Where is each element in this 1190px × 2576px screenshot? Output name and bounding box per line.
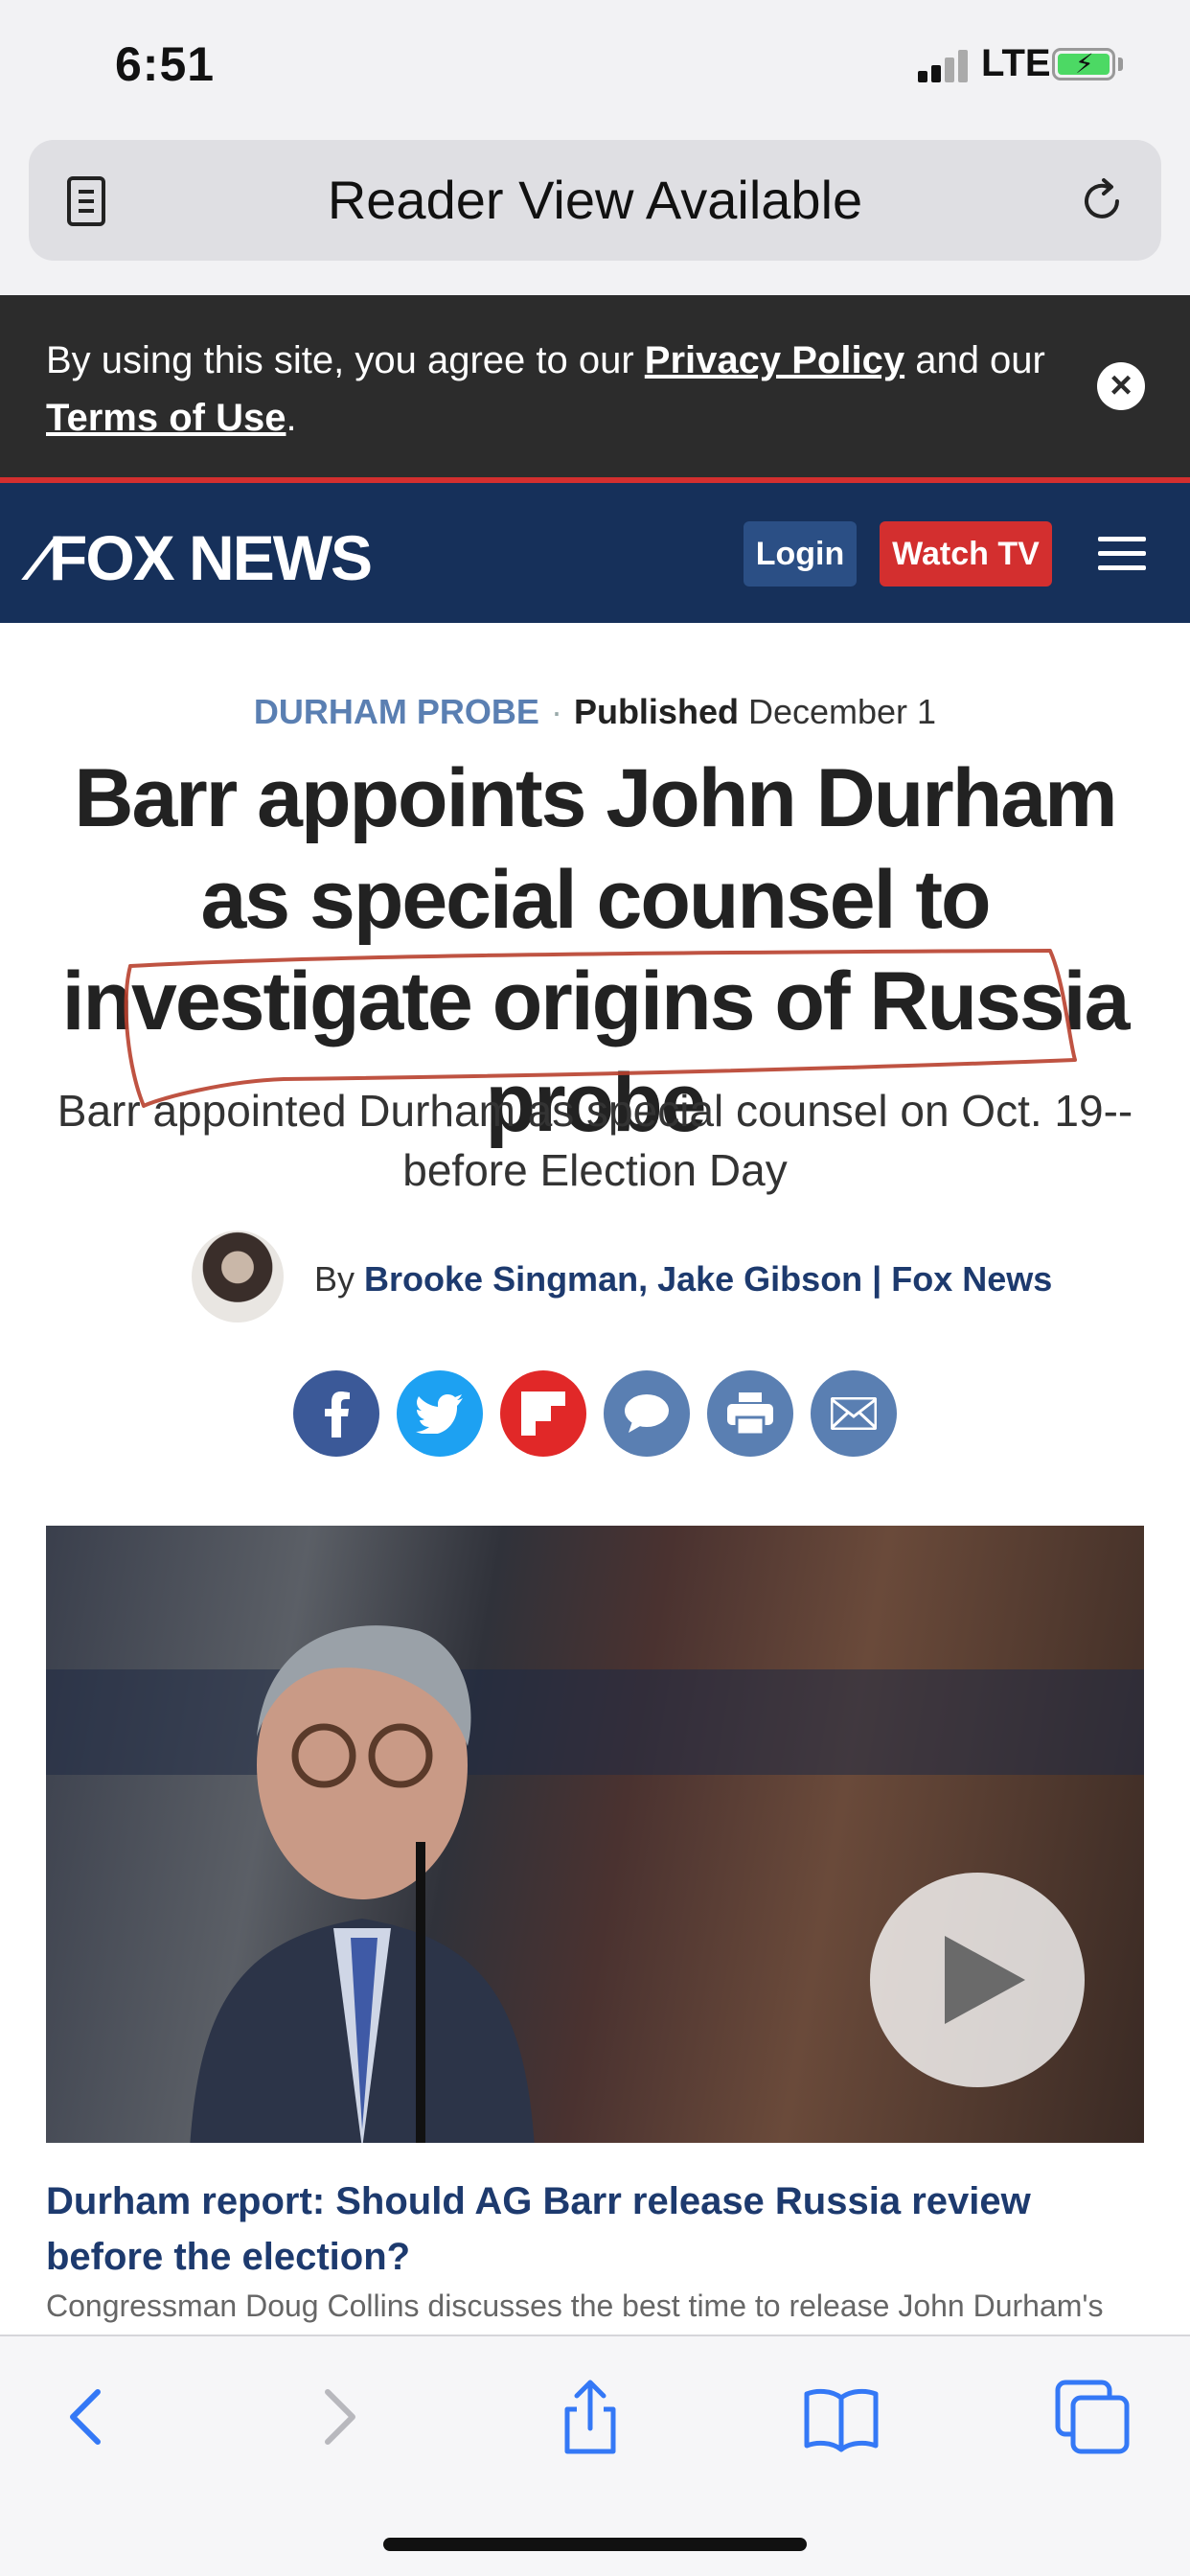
category-link[interactable]: DURHAM PROBE xyxy=(254,692,539,731)
byline: By Brooke Singman, Jake Gibson | Fox New… xyxy=(314,1259,1052,1300)
network-type: LTE xyxy=(981,42,1051,84)
close-banner-button[interactable]: × xyxy=(1097,362,1145,410)
twitter-share-button[interactable] xyxy=(397,1370,483,1457)
play-icon xyxy=(945,1936,1025,2024)
comment-icon xyxy=(625,1394,669,1433)
email-icon xyxy=(831,1397,877,1430)
byline-prefix: By xyxy=(314,1259,355,1299)
flipboard-icon xyxy=(521,1392,565,1436)
battery-cap xyxy=(1118,58,1123,71)
watch-tv-button[interactable]: Watch TV xyxy=(880,521,1052,586)
privacy-policy-link[interactable]: Privacy Policy xyxy=(645,339,904,381)
battery-icon: ⚡ xyxy=(1052,48,1115,80)
author-links[interactable]: Brooke Singman, Jake Gibson | Fox News xyxy=(364,1259,1052,1299)
terms-of-use-link[interactable]: Terms of Use xyxy=(46,397,286,439)
published-date: December 1 xyxy=(747,692,937,731)
video-thumbnail-figure xyxy=(190,1625,535,2143)
bookmarks-icon[interactable] xyxy=(803,2379,880,2455)
meta-separator: · xyxy=(550,692,562,731)
article: DURHAM PROBE · Published December 1 Barr a… xyxy=(0,623,1190,2338)
share-icon[interactable] xyxy=(552,2379,629,2455)
article-subheadline: Barr appointed Durham as special counsel… xyxy=(57,1086,1133,1195)
play-button[interactable] xyxy=(870,1873,1085,2087)
print-button[interactable] xyxy=(707,1370,793,1457)
reload-icon[interactable] xyxy=(1075,174,1129,228)
forward-icon[interactable] xyxy=(299,2379,376,2455)
cookie-text: By using this site, you agree to our Pri… xyxy=(46,332,1062,447)
fox-news-logo[interactable]: ⁄FOX NEWS xyxy=(34,521,373,593)
site-header: ⁄FOX NEWS Login Watch TV xyxy=(0,483,1190,623)
signal-strength-icon xyxy=(918,50,970,82)
status-bar: 6:51 LTE ⚡ xyxy=(0,0,1190,134)
cookie-text-part: . xyxy=(286,397,297,439)
logo-text: FOX NEWS xyxy=(49,522,373,593)
facebook-share-button[interactable] xyxy=(293,1370,379,1457)
status-time: 6:51 xyxy=(115,37,216,91)
home-indicator xyxy=(383,2538,807,2551)
video-description: Congressman Doug Collins discusses the b… xyxy=(46,2288,1104,2323)
address-bar-text: Reader View Available xyxy=(327,170,863,230)
cookie-text-part: By using this site, you agree to our xyxy=(46,339,645,381)
twitter-icon xyxy=(416,1394,463,1434)
cookie-text-part: and our xyxy=(904,339,1045,381)
video-player[interactable] xyxy=(46,1526,1144,2143)
facebook-icon xyxy=(325,1392,350,1438)
flipboard-share-button[interactable] xyxy=(500,1370,586,1457)
email-share-button[interactable] xyxy=(811,1370,897,1457)
published-label: Published xyxy=(573,692,739,731)
back-icon[interactable] xyxy=(50,2379,126,2455)
print-icon xyxy=(727,1392,773,1435)
login-button[interactable]: Login xyxy=(744,521,857,586)
menu-icon[interactable] xyxy=(1098,537,1146,571)
close-icon: × xyxy=(1110,364,1133,406)
cookie-banner: By using this site, you agree to our Pri… xyxy=(0,295,1190,483)
video-caption-link[interactable]: Durham report: Should AG Barr release Ru… xyxy=(46,2174,1144,2285)
tabs-icon[interactable] xyxy=(1054,2379,1131,2455)
address-bar[interactable]: Reader View Available xyxy=(29,140,1161,261)
article-meta: DURHAM PROBE · Published December 1 xyxy=(0,692,1190,732)
comment-button[interactable] xyxy=(604,1370,690,1457)
author-avatar[interactable] xyxy=(192,1230,284,1322)
